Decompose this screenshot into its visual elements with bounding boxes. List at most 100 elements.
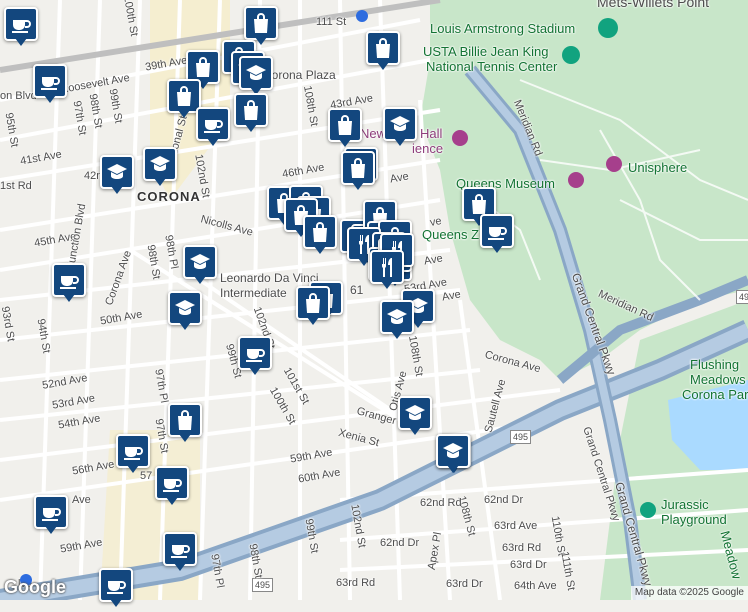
label-mets-willets: Mets-Willets Point (597, 0, 710, 10)
shopping-bag-icon (177, 86, 191, 106)
shopping-bag-icon (244, 100, 258, 120)
museum-icon (568, 172, 584, 188)
coffee-cup-icon (60, 276, 79, 289)
graduation-cap-icon (246, 65, 266, 80)
coffee-cup-icon (488, 227, 507, 240)
shopping-bag-icon (178, 410, 192, 430)
label-63rd-rd-b: 63rd Rd (336, 577, 376, 589)
label-louis-armstrong: Louis Armstrong Stadium (430, 21, 576, 36)
playground-icon (640, 502, 656, 518)
shopping-bag-icon (351, 158, 365, 178)
graduation-cap-icon (387, 309, 407, 324)
amusement-icon (598, 18, 618, 38)
map-marker-school[interactable] (383, 107, 417, 151)
label-ave-47: ve (429, 215, 443, 229)
science-museum-icon (452, 130, 468, 146)
label-flushing-2: Meadows (690, 372, 746, 387)
coffee-cup-icon (171, 545, 190, 558)
label-63rd-dr-b: 63rd Dr (446, 578, 483, 590)
map-marker-coffee[interactable] (52, 263, 86, 307)
label-64th-ave: 64th Ave (514, 580, 557, 592)
map-attribution: Map data ©2025 Google (630, 586, 748, 600)
label-shield-495-a: 495 (736, 290, 748, 304)
map-marker-school[interactable] (168, 291, 202, 335)
label-63rd-ave: 63rd Ave (494, 520, 538, 532)
map-marker-coffee[interactable] (4, 7, 38, 51)
label-61: 61 (350, 283, 364, 297)
label-unisphere: Unisphere (628, 160, 688, 175)
label-leonardo-2: Intermediate (220, 286, 287, 300)
graduation-cap-icon (107, 164, 127, 179)
label-111-st: 111 St (316, 16, 347, 28)
map-marker-shopping[interactable] (234, 93, 268, 137)
map-marker-school[interactable] (100, 155, 134, 199)
label-jurassic-2: Playground (661, 512, 727, 527)
coffee-cup-icon (107, 581, 126, 594)
sports-venue-icon (562, 46, 580, 64)
label-jurassic-1: Jurassic (661, 497, 709, 512)
map-marker-coffee[interactable] (155, 466, 189, 510)
label-63rd-dr: 63rd Dr (510, 559, 547, 571)
map-marker-school[interactable] (398, 396, 432, 440)
label-corona: CORONA (137, 189, 201, 204)
map-marker-school[interactable] (436, 434, 470, 478)
shopping-bag-icon (313, 222, 327, 242)
fork-knife-icon (381, 258, 392, 277)
coffee-cup-icon (41, 77, 60, 90)
graduation-cap-icon (190, 254, 210, 269)
map-marker-coffee[interactable] (196, 107, 230, 151)
shopping-bag-icon (472, 194, 486, 214)
coffee-cup-icon (124, 447, 143, 460)
label-on-blvd: on Blvd (0, 90, 37, 102)
label-flushing-1: Flushing (690, 357, 740, 372)
map-marker-shopping[interactable] (296, 286, 330, 330)
graduation-cap-icon (390, 116, 410, 131)
shopping-bag-icon (306, 293, 320, 313)
map-marker-coffee[interactable] (99, 568, 133, 612)
map-marker-school[interactable] (380, 300, 414, 344)
label-62nd-dr-b: 62nd Dr (380, 537, 420, 549)
graduation-cap-icon (150, 156, 170, 171)
label-usta-2: National Tennis Center (426, 59, 558, 74)
coffee-cup-icon (42, 508, 61, 521)
map-marker-school[interactable] (143, 147, 177, 191)
map-canvas[interactable]: Mets-Willets Point Louis Armstrong Stadi… (0, 0, 748, 607)
label-63rd-rd: 63rd Rd (502, 542, 542, 554)
coffee-cup-icon (204, 120, 223, 133)
label-62nd-dr: 62nd Dr (484, 494, 524, 506)
map-marker-coffee[interactable] (238, 336, 272, 380)
label-flushing-3: Corona Park (682, 387, 748, 402)
shopping-bag-icon (196, 57, 210, 77)
map-marker-coffee[interactable] (116, 434, 150, 478)
graduation-cap-icon (443, 443, 463, 458)
coffee-cup-icon (163, 479, 182, 492)
label-leonardo-1: Leonardo Da Vinci (220, 271, 319, 285)
label-41st-rd: 1st Rd (0, 180, 32, 192)
map-marker-shopping[interactable] (366, 31, 400, 75)
graduation-cap-icon (405, 405, 425, 420)
label-corona-plaza: Corona Plaza (263, 68, 336, 82)
shopping-bag-icon (338, 115, 352, 135)
subway-icon (356, 10, 368, 22)
map-marker-coffee[interactable] (33, 64, 67, 108)
map-marker-shopping[interactable] (303, 215, 337, 259)
map-marker-coffee[interactable] (34, 495, 68, 539)
map-marker-shopping[interactable] (168, 403, 202, 447)
label-62nd-rd: 62nd Rd (420, 497, 462, 509)
label-shield-495-c: 495 (252, 578, 274, 592)
google-logo: Google (4, 577, 66, 597)
shopping-bag-icon (254, 13, 268, 33)
label-usta-1: USTA Billie Jean King (423, 44, 549, 59)
coffee-cup-icon (12, 20, 31, 33)
map-marker-shopping[interactable] (328, 108, 362, 152)
label-ave-w: Ave (72, 494, 91, 506)
map-marker-coffee[interactable] (480, 214, 514, 258)
label-hall-science-b: Hall (420, 126, 443, 141)
map-marker-school[interactable] (183, 245, 217, 289)
map-marker-shopping[interactable] (341, 151, 375, 195)
coffee-cup-icon (246, 349, 265, 362)
label-shield-495-b: 495 (510, 430, 532, 444)
map-marker-coffee[interactable] (163, 532, 197, 576)
map-marker-restaurant[interactable] (370, 250, 404, 294)
graduation-cap-icon (175, 300, 195, 315)
